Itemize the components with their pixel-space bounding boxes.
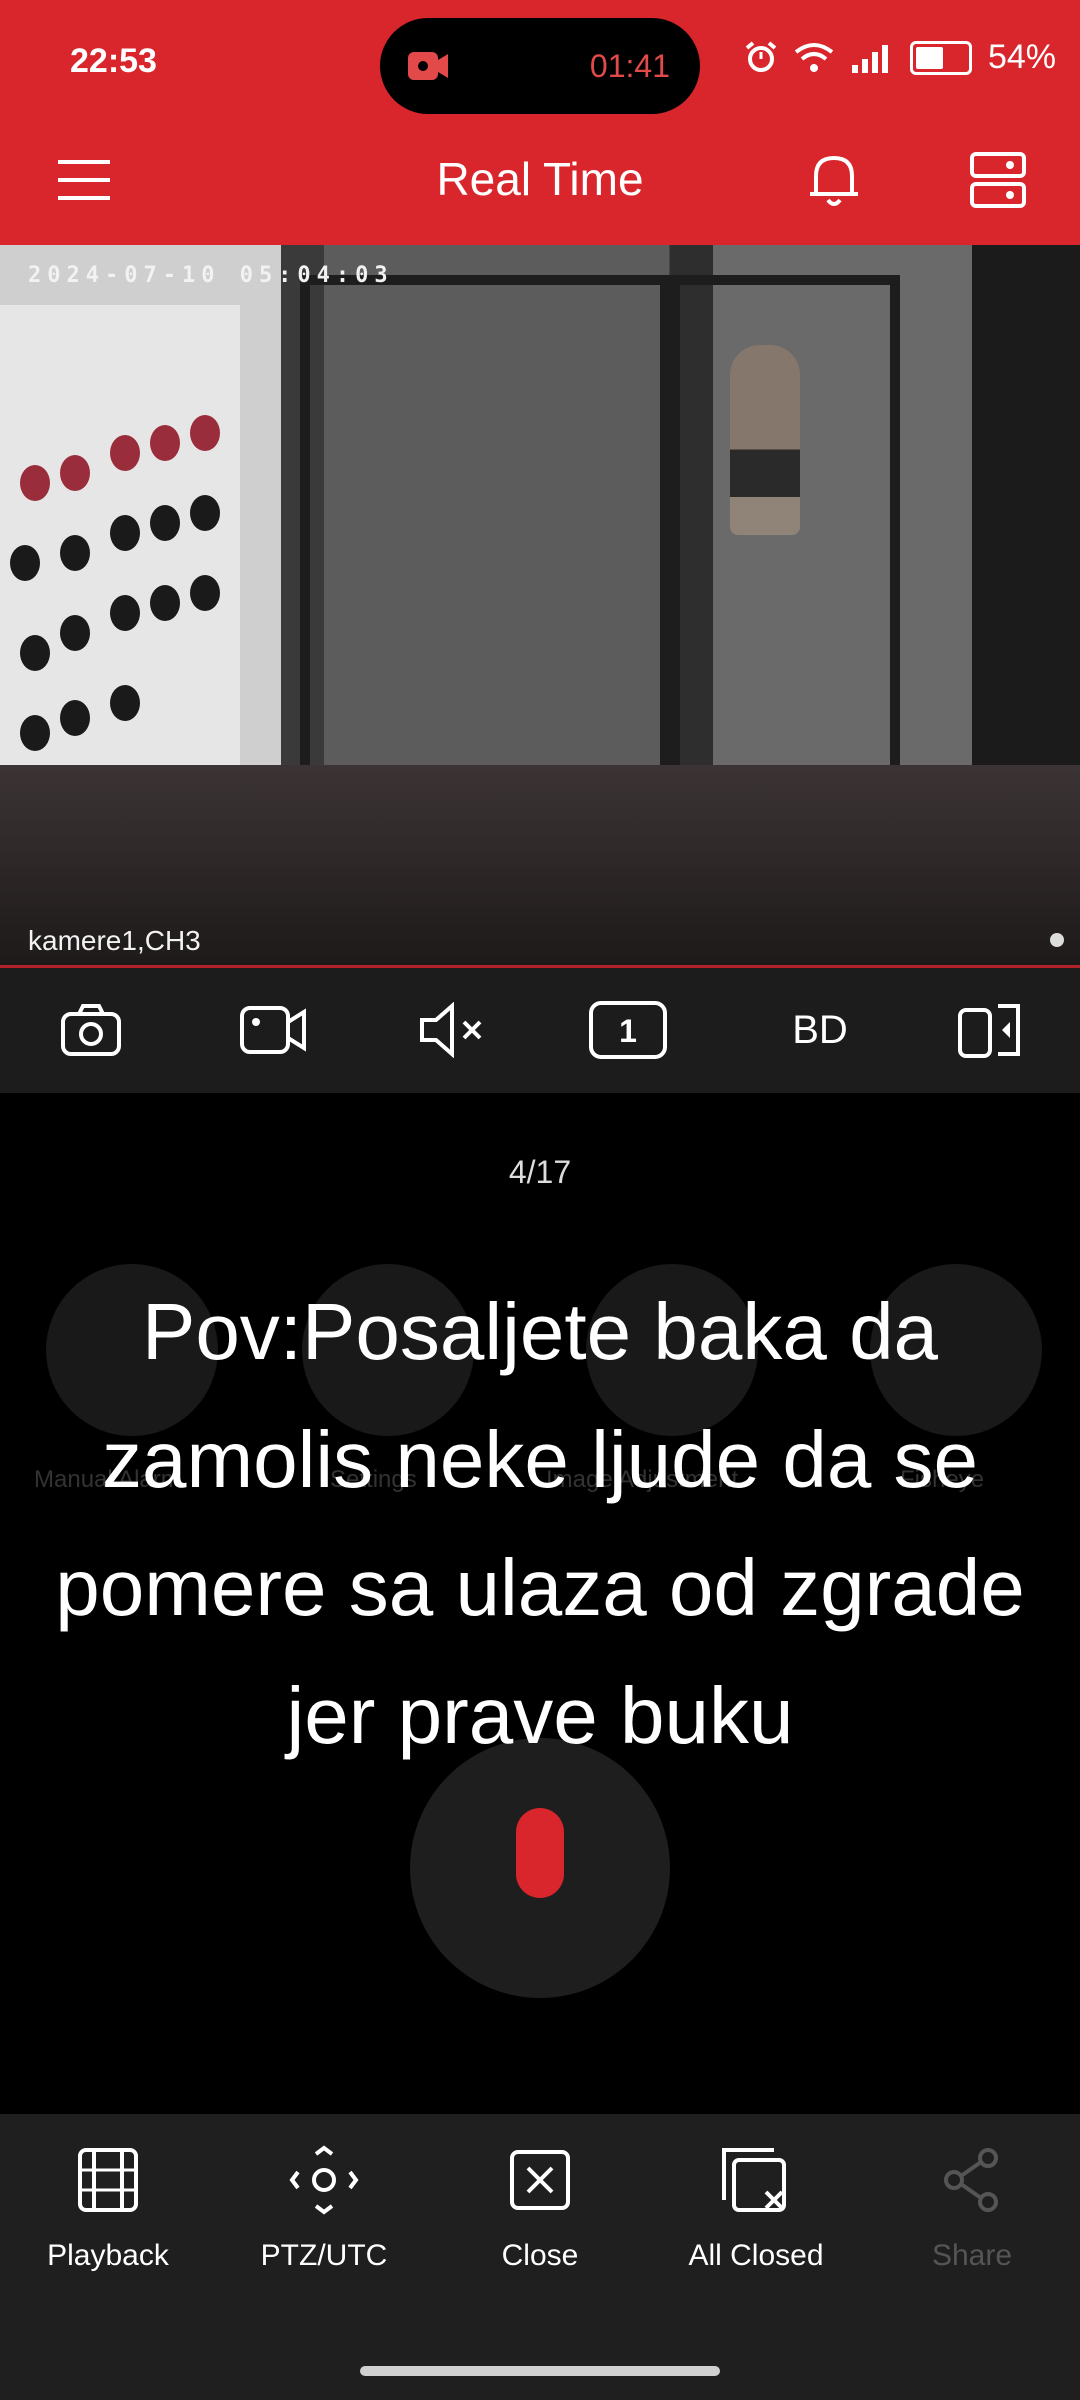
playback-icon xyxy=(78,2148,138,2212)
close-button[interactable]: Close xyxy=(440,2144,640,2273)
all-closed-button[interactable]: All Closed xyxy=(656,2144,856,2273)
video-record-icon xyxy=(240,1006,306,1054)
ptz-button[interactable]: PTZ/UTC xyxy=(224,2144,424,2273)
signal-icon xyxy=(851,44,888,73)
all-closed-icon xyxy=(722,2148,786,2212)
wifi-icon xyxy=(794,42,834,72)
share-icon xyxy=(944,2148,998,2212)
camera-video-feed[interactable]: 2024-07-10 05:04:03 kamere1,CH3 xyxy=(0,245,1080,968)
playback-toolbar: 1 BD xyxy=(0,968,1080,1093)
recording-pill[interactable]: 01:41 xyxy=(380,18,700,114)
microphone-icon xyxy=(516,1808,564,1898)
ptz-icon xyxy=(289,2145,359,2215)
camera-icon xyxy=(61,1004,121,1056)
speaker-muted-icon xyxy=(420,1002,482,1058)
mute-button[interactable] xyxy=(418,998,488,1062)
page-indicator: 4/17 xyxy=(508,1154,572,1190)
battery-icon xyxy=(909,40,972,75)
device-list-icon[interactable] xyxy=(966,148,1030,212)
share-button[interactable]: Share xyxy=(872,2144,1072,2273)
share-label: Share xyxy=(931,2239,1013,2272)
fullscreen-button[interactable] xyxy=(956,998,1026,1062)
status-icons: 54% xyxy=(744,38,1056,77)
close-label: Close xyxy=(501,2239,579,2272)
svg-text:1: 1 xyxy=(619,1013,637,1049)
quality-toggle[interactable]: BD xyxy=(775,998,865,1062)
video-caption-overlay: Pov:Posaljete baka da zamolis neke ljude… xyxy=(55,1287,1025,1760)
all-closed-label: All Closed xyxy=(688,2239,824,2272)
page-title: Real Time xyxy=(436,153,644,205)
screen-record-icon xyxy=(408,52,448,80)
split-screen-button[interactable]: 1 xyxy=(588,998,668,1062)
person-figure xyxy=(730,345,800,535)
bell-icon[interactable] xyxy=(802,148,866,212)
video-timestamp: 2024-07-10 05:04:03 xyxy=(28,263,394,288)
playback-button[interactable]: Playback xyxy=(8,2144,208,2273)
status-time: 22:53 xyxy=(70,42,157,80)
recording-timer: 01:41 xyxy=(589,48,670,84)
close-icon xyxy=(510,2150,570,2210)
live-indicator-dot xyxy=(1050,933,1064,947)
snapshot-button[interactable] xyxy=(56,998,126,1062)
app-header: 22:53 01:41 54% Real Time xyxy=(0,0,1080,245)
ptz-label: PTZ/UTC xyxy=(260,2239,388,2272)
screen-count-icon: 1 xyxy=(589,1001,667,1059)
alarm-icon xyxy=(745,40,777,72)
battery-percent: 54% xyxy=(987,38,1056,76)
camera-label: kamere1,CH3 xyxy=(28,925,201,956)
playback-label: Playback xyxy=(47,2239,169,2272)
record-button[interactable] xyxy=(238,998,308,1062)
rotate-screen-icon xyxy=(958,1004,1020,1058)
home-indicator[interactable] xyxy=(360,2366,720,2376)
bottom-action-bar: Playback PTZ/UTC Close All Closed Share xyxy=(0,2114,1080,2400)
